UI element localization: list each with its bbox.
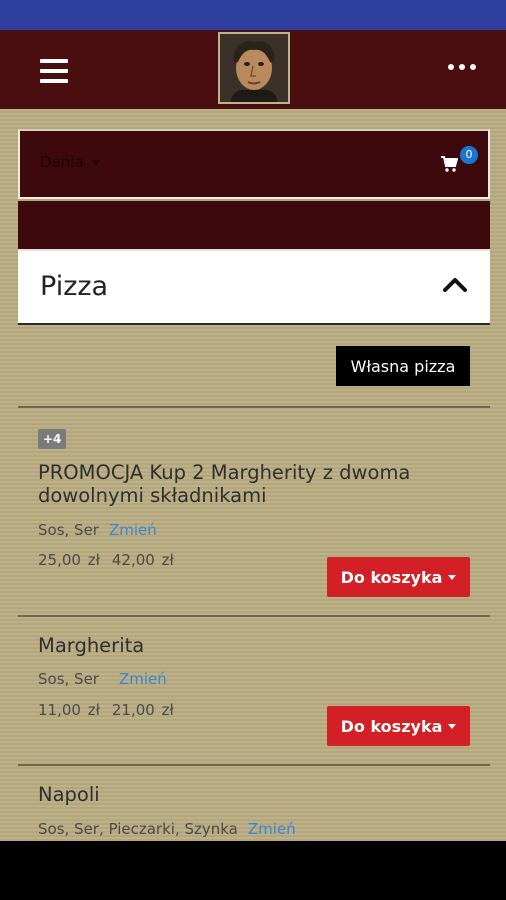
- restaurant-logo[interactable]: [218, 32, 290, 104]
- ingredients-text: Sos, Ser, Pieczarki, Szynka: [38, 820, 238, 838]
- divider: [18, 406, 490, 408]
- add-to-cart-button[interactable]: Do koszyka: [327, 557, 470, 597]
- system-navigation-bar: [0, 841, 506, 900]
- change-ingredients-link[interactable]: Zmień: [119, 670, 167, 688]
- chevron-down-icon: [91, 159, 100, 165]
- dania-label: Dania: [40, 153, 84, 171]
- item-name: Margherita: [38, 634, 145, 657]
- add-to-cart-label: Do koszyka: [340, 716, 443, 736]
- price-large: 21,00 zł: [111, 701, 174, 719]
- price-large: 42,00 zł: [111, 551, 174, 569]
- portrait-image: [220, 34, 288, 102]
- chevron-down-icon: [448, 574, 457, 580]
- dania-dropdown[interactable]: Dania: [40, 153, 100, 171]
- add-to-cart-button[interactable]: Do koszyka: [327, 706, 470, 746]
- item-ingredients: Sos, Ser, Pieczarki, Szynka Zmień: [38, 820, 296, 838]
- menu-content: Dania 0 Pizza Własna pizza +4 PROMOCJA K…: [0, 109, 506, 841]
- cart-count-badge: 0: [460, 146, 478, 164]
- item-prices: 11,00 zł 21,00 zł: [38, 701, 174, 719]
- chevron-down-icon: [448, 723, 457, 729]
- add-to-cart-label: Do koszyka: [340, 567, 443, 587]
- item-name: Napoli: [38, 783, 100, 806]
- item-prices: 25,00 zł 42,00 zł: [38, 551, 174, 569]
- own-pizza-button[interactable]: Własna pizza: [336, 346, 470, 386]
- item-ingredients: Sos, Ser Zmień: [38, 521, 157, 539]
- category-title: Pizza: [40, 271, 109, 302]
- banner-bar: [18, 201, 490, 249]
- ingredients-text: Sos, Ser: [38, 521, 99, 539]
- price-small: 25,00 zł: [38, 551, 100, 569]
- extras-tag: +4: [38, 429, 67, 449]
- chevron-up-icon[interactable]: [442, 275, 468, 293]
- item-ingredients: Sos, Ser Zmień: [38, 670, 167, 688]
- more-options-icon[interactable]: [448, 62, 476, 72]
- status-bar: [0, 0, 506, 30]
- change-ingredients-link[interactable]: Zmień: [109, 521, 157, 539]
- hamburger-menu-icon[interactable]: [40, 59, 68, 83]
- shopping-cart-icon[interactable]: [440, 155, 458, 173]
- item-name: PROMOCJA Kup 2 Margherity z dwoma dowoln…: [38, 461, 411, 507]
- divider: [18, 764, 490, 766]
- ingredients-text: Sos, Ser: [38, 670, 99, 688]
- divider: [18, 615, 490, 617]
- category-navbar: Dania 0: [18, 129, 490, 199]
- category-header-pizza[interactable]: Pizza: [18, 249, 490, 325]
- price-small: 11,00 zł: [38, 701, 100, 719]
- change-ingredients-link[interactable]: Zmień: [248, 820, 296, 838]
